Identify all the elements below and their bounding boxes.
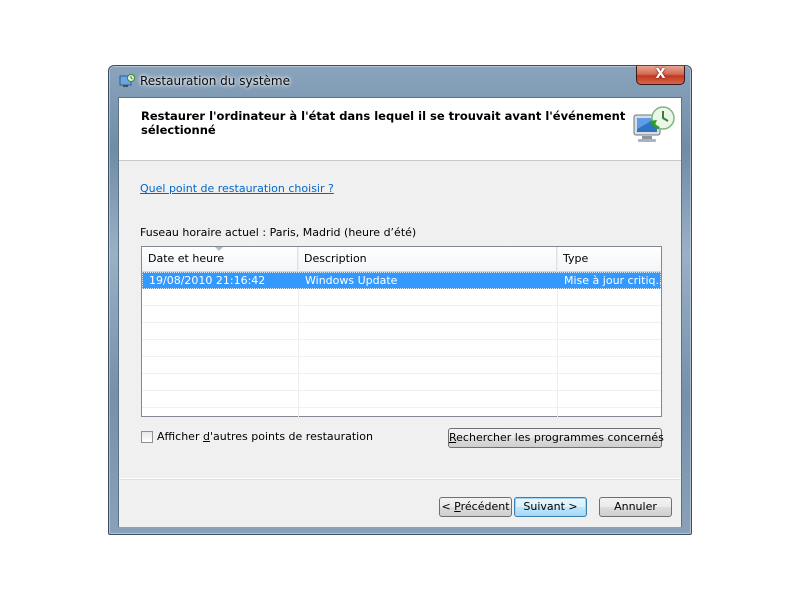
scan-affected-programs-button[interactable]: Rechercher les programmes concernés	[448, 428, 664, 448]
dialog-footer: < Précédent Suivant > Annuler	[119, 479, 681, 527]
empty-row	[142, 306, 661, 323]
timezone-label: Fuseau horaire actuel : Paris, Madrid (h…	[140, 226, 417, 239]
column-header-description-label: Description	[304, 252, 367, 265]
empty-row	[142, 391, 661, 408]
empty-row	[142, 357, 661, 374]
empty-row	[142, 289, 661, 306]
show-more-label: Afficher d'autres points de restauration	[157, 430, 373, 443]
dialog-client-area: Restaurer l'ordinateur à l'état dans leq…	[118, 97, 682, 527]
system-restore-monitor-icon	[631, 103, 677, 149]
column-header-date[interactable]: Date et heure	[142, 247, 298, 271]
column-header-type[interactable]: Type	[557, 247, 661, 271]
back-button[interactable]: < Précédent	[439, 497, 512, 517]
sort-arrow-icon	[215, 247, 223, 251]
header-instruction: Restaurer l'ordinateur à l'état dans leq…	[141, 109, 626, 137]
help-link[interactable]: Quel point de restauration choisir ?	[140, 182, 334, 195]
title-bar[interactable]: Restauration du système X	[109, 66, 691, 96]
empty-row	[142, 323, 661, 340]
empty-row	[142, 374, 661, 391]
restore-window: Restauration du système X Restaurer l'or…	[108, 65, 692, 535]
next-button[interactable]: Suivant >	[514, 497, 587, 517]
column-header-description[interactable]: Description	[298, 247, 557, 271]
table-row[interactable]: 19/08/2010 21:16:42 Windows Update Mise …	[142, 272, 661, 289]
checkbox-box[interactable]	[141, 431, 153, 443]
window-title: Restauration du système	[140, 74, 290, 88]
restore-points-list[interactable]: Date et heure Description Type 19/08/201…	[141, 246, 662, 417]
empty-row	[142, 340, 661, 357]
column-header-type-label: Type	[563, 252, 589, 265]
cell-date: 19/08/2010 21:16:42	[149, 274, 266, 287]
system-restore-icon	[119, 73, 135, 89]
column-header-date-label: Date et heure	[148, 252, 225, 265]
close-button[interactable]: X	[636, 66, 685, 85]
dialog-body: Quel point de restauration choisir ? Fus…	[119, 161, 681, 478]
list-rows: 19/08/2010 21:16:42 Windows Update Mise …	[142, 272, 661, 408]
dialog-header: Restaurer l'ordinateur à l'état dans leq…	[119, 98, 681, 161]
cell-description: Windows Update	[305, 274, 398, 287]
list-header: Date et heure Description Type	[142, 247, 661, 272]
cancel-button[interactable]: Annuler	[599, 497, 672, 517]
cell-type: Mise à jour critiq...	[564, 274, 661, 287]
